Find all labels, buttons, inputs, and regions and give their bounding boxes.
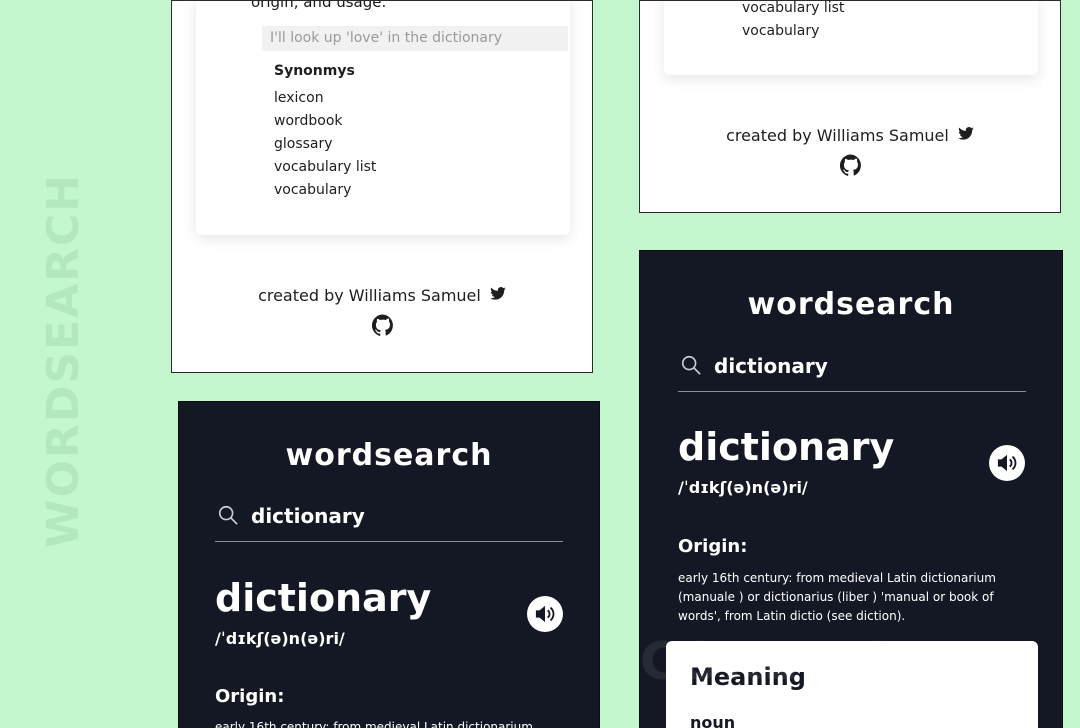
meaning-heading: Meaning [690, 663, 806, 691]
search-input[interactable] [714, 354, 994, 378]
synonym-item[interactable]: vocabulary list [274, 157, 376, 180]
twitter-icon[interactable] [958, 127, 974, 140]
app-brand: wordsearch [285, 438, 493, 473]
synonyms-list: lexicon wordbook glossary vocabulary lis… [274, 88, 376, 203]
credit-text: created by Williams Samuel [258, 286, 481, 305]
pronunciation-button[interactable] [527, 596, 563, 632]
origin-text: early 16th century: from medieval Latin … [678, 571, 996, 623]
meaning-card: Meaning noun [666, 641, 1038, 728]
result-card: origin, and usage. I'll look up 'love' i… [196, 0, 570, 235]
word-title: dictionary [678, 425, 895, 469]
github-icon[interactable] [372, 314, 394, 336]
dark-panel-search: wordsearch dictionary /ˈdɪkʃ(ə)n(ə)ri/ O… [178, 401, 600, 728]
phonetic-text: /ˈdɪkʃ(ə)n(ə)ri/ [678, 478, 808, 497]
pronunciation-button[interactable] [989, 445, 1025, 481]
lookup-hint: I'll look up 'love' in the dictionary [262, 26, 568, 51]
synonym-item[interactable]: vocabulary [274, 180, 376, 203]
origin-text-tail: origin, and usage. [251, 0, 387, 11]
speaker-icon [997, 454, 1017, 472]
light-panel-synonyms: origin, and usage. I'll look up 'love' i… [171, 0, 593, 373]
dark-panel-result: wordsearch dictionary /ˈdɪkʃ(ə)n(ə)ri/ O… [639, 250, 1063, 728]
phonetic-text: /ˈdɪkʃ(ə)n(ə)ri/ [215, 629, 345, 648]
synonyms-list: vocabulary list vocabulary [742, 1, 844, 44]
origin-heading: Origin: [215, 686, 285, 707]
search-bar [678, 352, 1026, 392]
word-title: dictionary [215, 576, 432, 620]
part-of-speech: noun [690, 713, 736, 728]
origin-heading: Origin: [678, 536, 748, 557]
search-icon[interactable] [217, 504, 239, 526]
speaker-icon [535, 605, 555, 623]
twitter-icon[interactable] [490, 287, 506, 300]
background-side-title: WORDSEARCH [38, 172, 89, 548]
synonym-item[interactable]: lexicon [274, 88, 376, 111]
synonym-item[interactable]: vocabulary list [742, 1, 844, 21]
github-icon[interactable] [840, 154, 862, 176]
app-brand: wordsearch [747, 287, 955, 322]
synonym-item[interactable]: wordbook [274, 111, 376, 134]
origin-text: early 16th century: from medieval Latin … [215, 720, 533, 728]
light-panel-synonyms-2: vocabulary list vocabulary created by Wi… [639, 0, 1061, 213]
credit-text: created by Williams Samuel [726, 126, 949, 145]
synonym-item[interactable]: glossary [274, 134, 376, 157]
search-input[interactable] [251, 504, 531, 528]
synonym-item[interactable]: vocabulary [742, 21, 844, 44]
synonyms-heading: Synonmys [274, 63, 355, 79]
footer-credit: created by Williams Samuel [640, 126, 1060, 145]
search-icon[interactable] [680, 354, 702, 376]
result-card: vocabulary list vocabulary [664, 1, 1038, 75]
footer-credit: created by Williams Samuel [172, 286, 592, 305]
search-bar [215, 502, 563, 542]
